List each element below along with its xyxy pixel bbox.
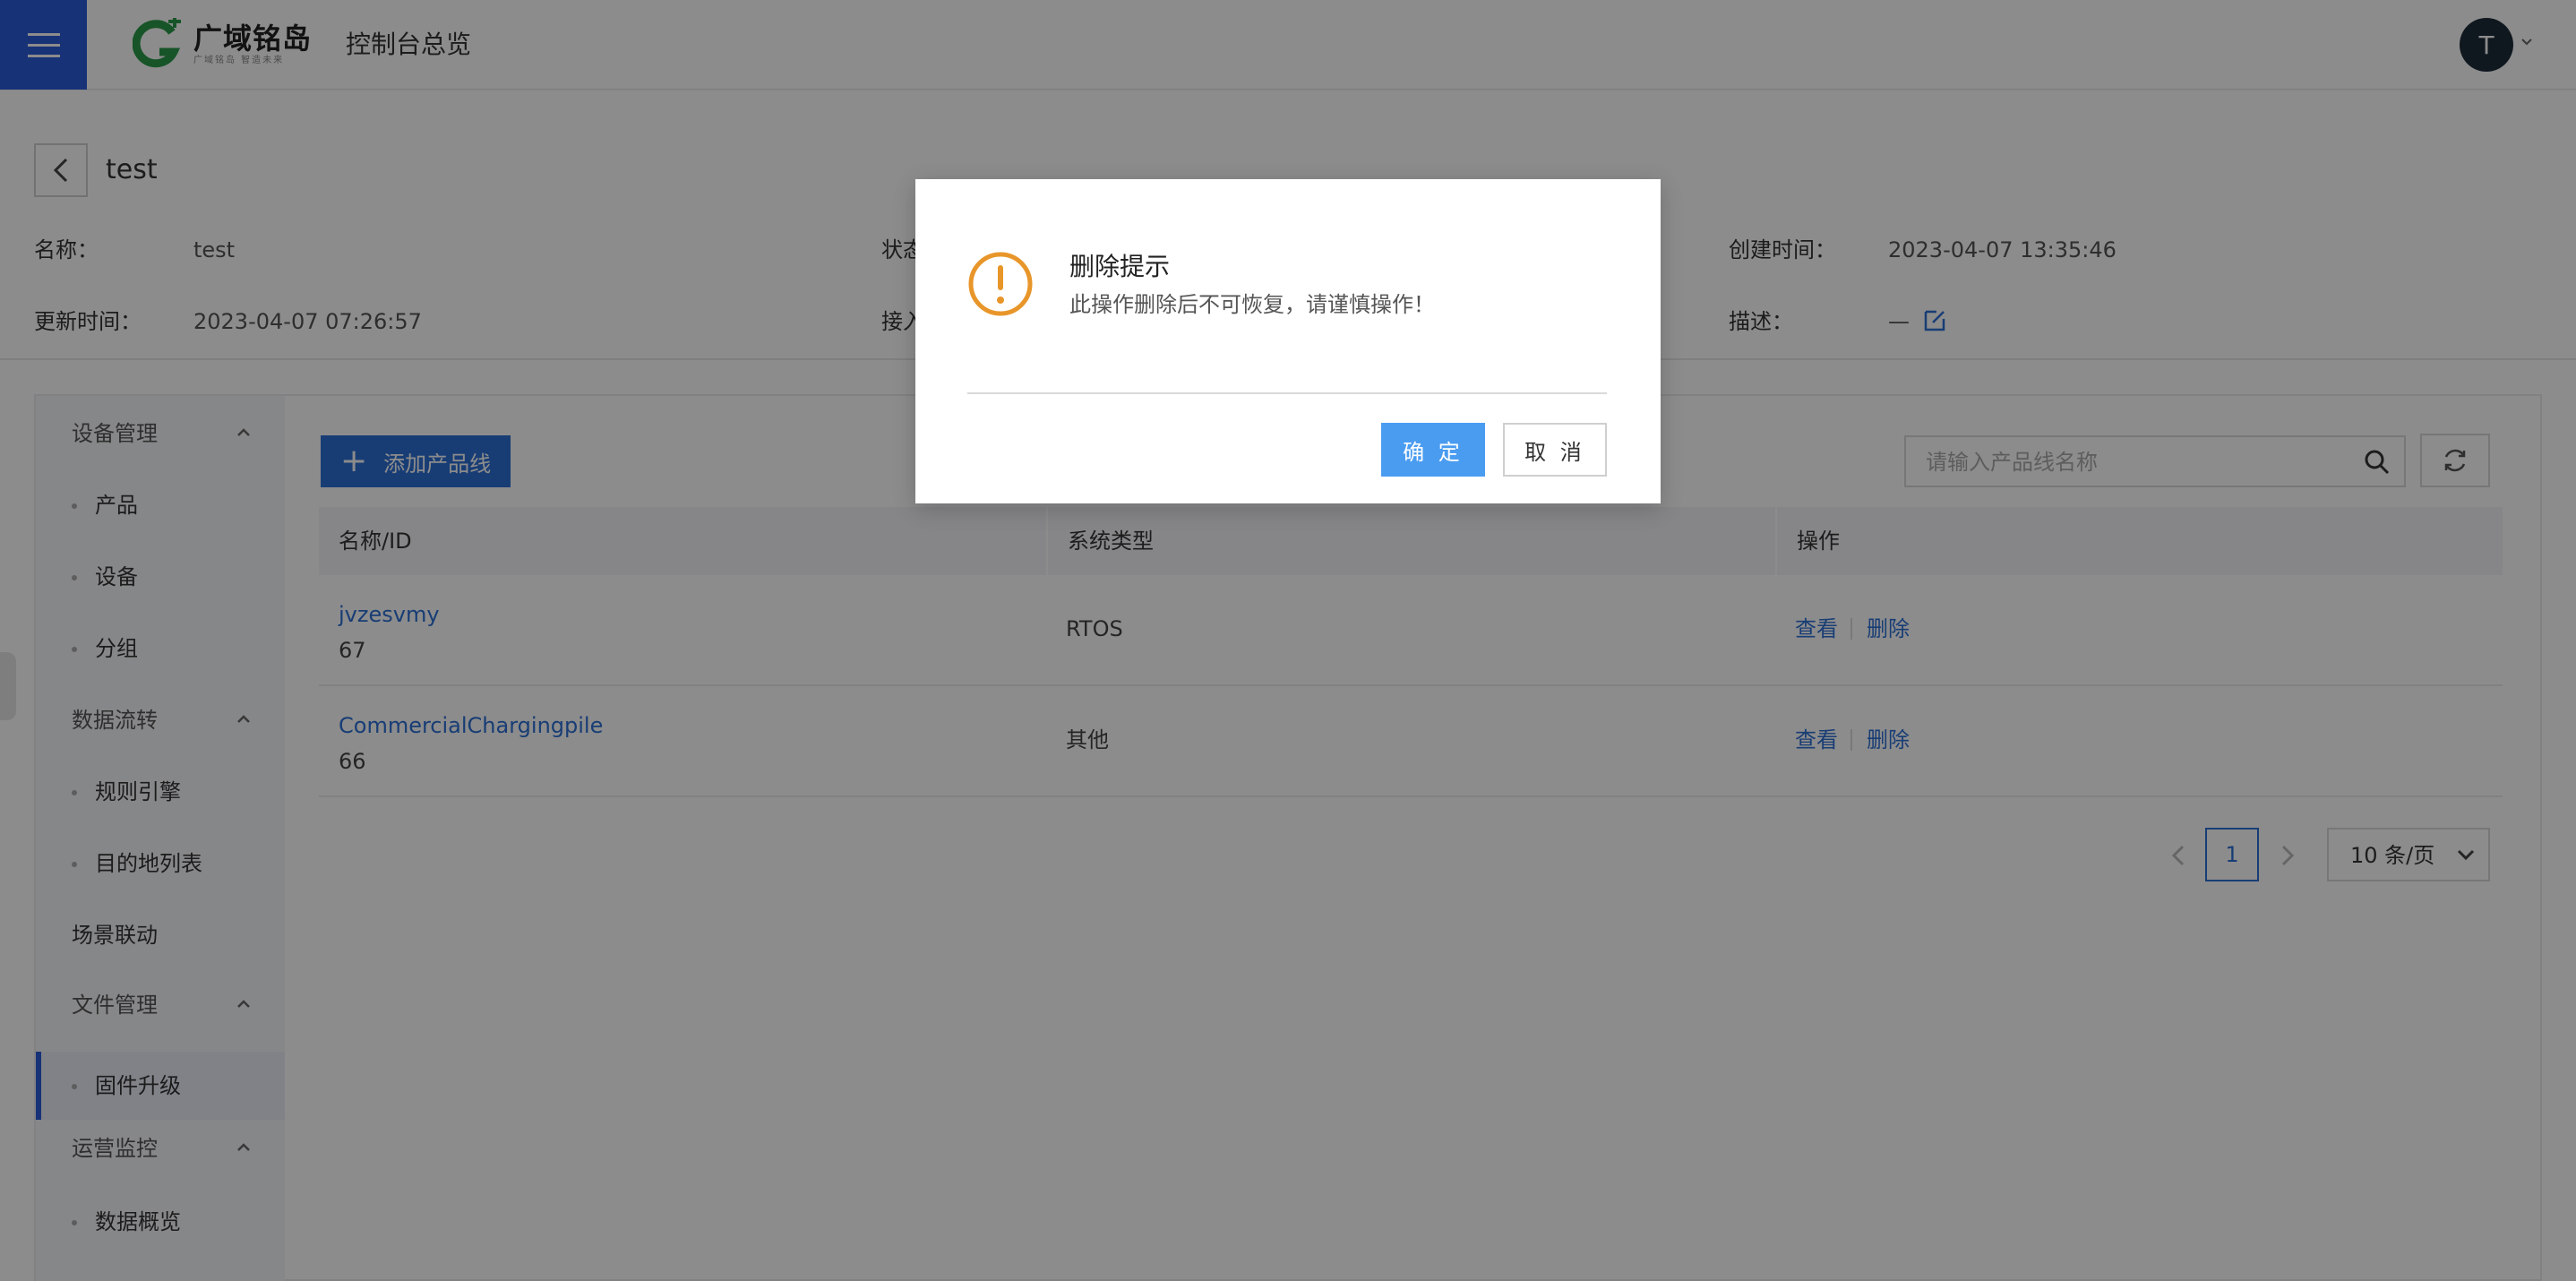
warning-icon xyxy=(968,252,1033,316)
dialog-title: 删除提示 xyxy=(1069,252,1171,281)
confirm-button[interactable]: 确 定 xyxy=(1381,423,1485,477)
cancel-button[interactable]: 取 消 xyxy=(1503,423,1607,477)
dialog-divider xyxy=(967,392,1607,394)
dialog-message: 此操作删除后不可恢复，请谨慎操作！ xyxy=(1069,292,1435,317)
delete-confirm-dialog: 删除提示 此操作删除后不可恢复，请谨慎操作！ 确 定 取 消 xyxy=(915,179,1661,503)
